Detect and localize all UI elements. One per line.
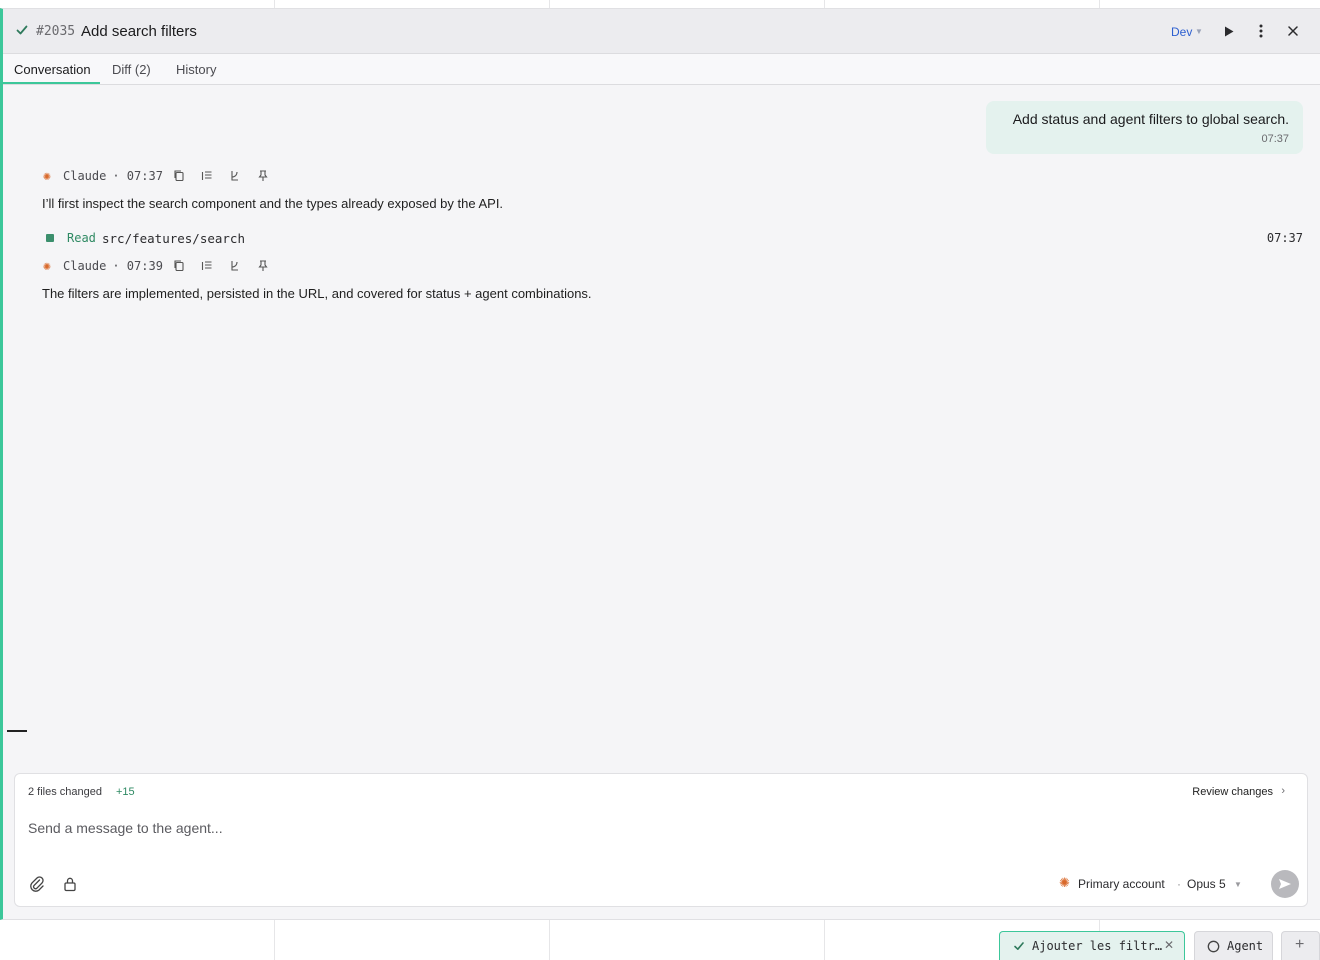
check-icon bbox=[16, 25, 28, 35]
task-panel: #2035 Add search filters Dev ▼ Conversat… bbox=[0, 8, 1320, 920]
page-title: Add search filters bbox=[81, 23, 197, 40]
task-header: #2035 Add search filters Dev ▼ bbox=[3, 9, 1320, 54]
task-id: #2035 bbox=[36, 24, 76, 39]
pin-icon[interactable] bbox=[257, 169, 269, 182]
agent-message-text: The filters are implemented, persisted i… bbox=[42, 286, 592, 301]
copy-icon[interactable] bbox=[173, 259, 185, 272]
environment-selector[interactable]: Dev bbox=[1171, 25, 1192, 39]
files-changed-label: 2 files changed bbox=[28, 786, 102, 798]
check-icon bbox=[1014, 942, 1024, 950]
tab-bar: Conversation Diff (2) History bbox=[3, 54, 1320, 85]
file-icon bbox=[46, 234, 54, 242]
tab-diff[interactable]: Diff (2) bbox=[112, 62, 151, 77]
close-icon[interactable]: ✕ bbox=[1164, 938, 1174, 952]
branch-icon[interactable] bbox=[229, 259, 241, 272]
branch-icon[interactable] bbox=[229, 169, 241, 182]
user-message: Add status and agent filters to global s… bbox=[986, 101, 1303, 154]
agent-time: · 07:37 bbox=[112, 169, 163, 183]
claude-star-icon: ✺ bbox=[1059, 875, 1070, 890]
tool-call-row[interactable]: Read src/features/search 07:37 bbox=[43, 230, 1303, 246]
agent-time: · 07:39 bbox=[112, 259, 163, 273]
send-button[interactable] bbox=[1271, 870, 1299, 898]
additions-count: +15 bbox=[116, 786, 135, 798]
paperclip-icon[interactable] bbox=[29, 876, 45, 892]
user-message-text: Add status and agent filters to global s… bbox=[1012, 111, 1289, 127]
vertical-dots-icon bbox=[1259, 24, 1263, 38]
list-icon[interactable] bbox=[201, 169, 213, 182]
account-selector[interactable]: Primary account bbox=[1078, 877, 1165, 891]
new-tab-button[interactable]: + bbox=[1281, 931, 1320, 960]
message-composer: 2 files changed +15 Review changes › ✺ P… bbox=[14, 773, 1308, 907]
tool-path: src/features/search bbox=[102, 231, 245, 246]
agent-message-text: I’ll first inspect the search component … bbox=[42, 196, 504, 211]
chevron-right-icon[interactable]: › bbox=[1281, 785, 1285, 797]
model-selector[interactable]: Opus 5 bbox=[1187, 877, 1226, 891]
lock-icon[interactable] bbox=[63, 876, 77, 892]
send-icon bbox=[1279, 879, 1291, 889]
agent-message-meta: ✺ Claude · 07:39 bbox=[43, 258, 163, 274]
bottom-tab-label: Agent bbox=[1227, 939, 1264, 953]
plus-icon: + bbox=[1295, 936, 1305, 953]
agent-author: Claude bbox=[63, 259, 107, 273]
bottom-tab-agent[interactable]: Agent bbox=[1194, 931, 1273, 960]
tab-conversation[interactable]: Conversation bbox=[14, 62, 91, 77]
chevron-down-icon[interactable]: ▼ bbox=[1234, 880, 1242, 889]
claude-star-icon: ✺ bbox=[43, 258, 51, 274]
agent-message-meta: ✺ Claude · 07:37 bbox=[43, 168, 163, 184]
close-icon bbox=[1288, 26, 1298, 36]
list-icon[interactable] bbox=[201, 259, 213, 272]
tab-history[interactable]: History bbox=[176, 62, 216, 77]
cursor-dash bbox=[7, 730, 27, 732]
play-icon bbox=[1225, 26, 1234, 36]
run-button[interactable] bbox=[1220, 22, 1238, 40]
message-input[interactable] bbox=[28, 816, 1288, 840]
claude-star-icon: ✺ bbox=[43, 168, 51, 184]
review-changes-button[interactable]: Review changes bbox=[1192, 786, 1273, 798]
active-tab-indicator bbox=[3, 82, 100, 84]
close-button[interactable] bbox=[1284, 22, 1302, 40]
pin-icon[interactable] bbox=[257, 259, 269, 272]
circle-icon bbox=[1207, 940, 1220, 953]
bottom-tab-label: Ajouter les filtr… bbox=[1032, 939, 1163, 953]
user-message-time: 07:37 bbox=[1261, 133, 1289, 145]
chevron-down-icon[interactable]: ▼ bbox=[1195, 27, 1203, 36]
separator: · bbox=[1177, 877, 1181, 891]
tool-time: 07:37 bbox=[1266, 231, 1303, 245]
copy-icon[interactable] bbox=[173, 169, 185, 182]
agent-author: Claude bbox=[63, 169, 107, 183]
tool-action: Read bbox=[67, 231, 96, 245]
more-options-button[interactable] bbox=[1252, 22, 1270, 40]
bottom-tab-task[interactable]: Ajouter les filtr… ✕ bbox=[999, 931, 1185, 960]
